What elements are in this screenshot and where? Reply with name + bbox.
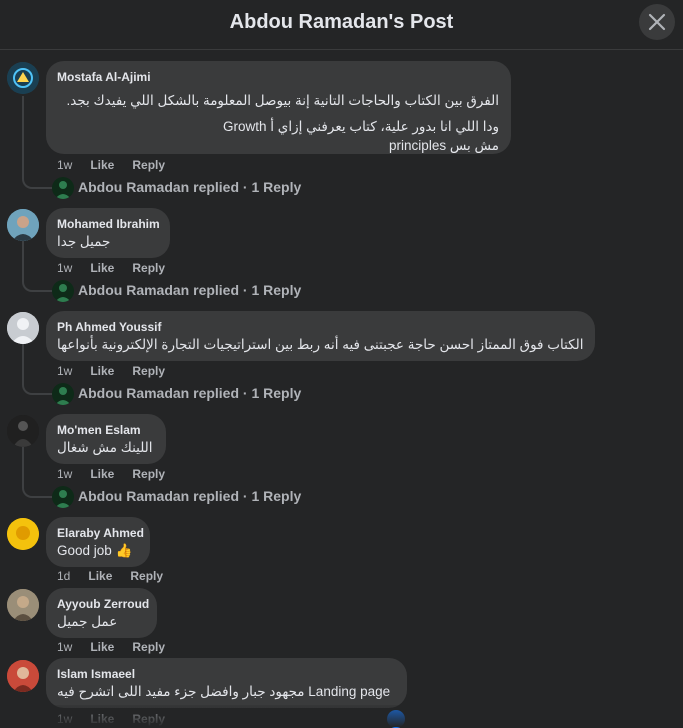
comment-text: Good job 👍 [57,543,133,558]
comment-author[interactable]: Mohamed Ibrahim [57,216,160,232]
replies-summary[interactable]: Abdou Ramadan replied · 1 Reply [78,385,301,401]
comment-time[interactable]: 1w [57,261,72,275]
comment-author[interactable]: Ayyoub Zerroud [57,596,149,612]
replies-summary[interactable]: Abdou Ramadan replied · 1 Reply [78,179,301,195]
comment-author[interactable]: Islam Ismaeel [57,666,395,682]
replies-summary[interactable]: Abdou Ramadan replied · 1 Reply [78,282,301,298]
comment-text: الكتاب فوق الممتاز احسن حاجة عجبتنى فيه … [57,337,584,352]
comment-actions: 1w Like Reply [57,364,165,378]
comment-text: جميل جدا [57,234,111,249]
comment-text: عمل جميل [57,614,118,629]
like-button[interactable]: Like [90,261,114,275]
comment-actions: 1d Like Reply [57,569,163,583]
comment-time[interactable]: 1w [57,640,72,654]
comment-actions: 1w Like Reply [57,467,165,481]
comment-bubble: Mostafa Al-Ajimi الفرق بين الكتاب والحاج… [46,61,511,154]
dialog-header: Abdou Ramadan's Post [0,0,683,50]
comment-time[interactable]: 1w [57,158,72,172]
scroll-fade [0,705,683,727]
comment-bubble: Mohamed Ibrahim جميل جدا [46,208,170,258]
comment-time[interactable]: 1w [57,364,72,378]
comment-author[interactable]: Mostafa Al-Ajimi [57,69,499,85]
comment-author[interactable]: Mo'men Eslam [57,422,154,438]
comment-time[interactable]: 1w [57,467,72,481]
avatar[interactable] [7,589,39,621]
reply-button[interactable]: Reply [132,467,165,481]
comment-actions: 1w Like Reply [57,158,165,172]
like-button[interactable]: Like [90,467,114,481]
comment-actions: 1w Like Reply [57,640,165,654]
reply-button[interactable]: Reply [130,569,163,583]
post-title: Abdou Ramadan's Post [229,11,454,33]
avatar [52,486,74,508]
avatar[interactable] [7,62,39,94]
comment-bubble: Ph Ahmed Youssif الكتاب فوق الممتاز احسن… [46,311,595,361]
avatar [52,280,74,302]
close-icon [648,13,666,31]
avatar[interactable] [7,660,39,692]
reply-button[interactable]: Reply [132,158,165,172]
avatar[interactable] [7,518,39,550]
avatar [52,383,74,405]
comment-author[interactable]: Ph Ahmed Youssif [57,319,583,335]
close-button[interactable] [639,4,675,40]
comment-text: مش بس principles [389,138,499,153]
comment-text: الفرق بين الكتاب والحاجات التانية إنة بي… [66,93,499,108]
like-button[interactable]: Like [90,364,114,378]
comment-bubble: Elaraby Ahmed Good job 👍 [46,517,150,567]
comment-text: ودا اللي انا بدور علية، كتاب يعرفني إزاي… [223,119,499,134]
comment-text: اللينك مش شغال [57,440,153,455]
like-button[interactable]: Like [88,569,112,583]
comment-bubble: Islam Ismaeel مجهود جبار وافضل جزء مفيد … [46,658,407,708]
like-button[interactable]: Like [90,640,114,654]
like-button[interactable]: Like [90,158,114,172]
avatar [52,177,74,199]
avatar[interactable] [7,415,39,447]
comment-bubble: Mo'men Eslam اللينك مش شغال [46,414,166,464]
comment-time[interactable]: 1d [57,569,70,583]
avatar[interactable] [7,312,39,344]
reply-button[interactable]: Reply [132,640,165,654]
comment-bubble: Ayyoub Zerroud عمل جميل [46,588,157,638]
reply-button[interactable]: Reply [132,364,165,378]
comment-text: مجهود جبار وافضل جزء مفيد اللى اتشرح فيه… [57,684,391,699]
comment-actions: 1w Like Reply [57,261,165,275]
avatar[interactable] [7,209,39,241]
comment-author[interactable]: Elaraby Ahmed [57,525,144,541]
replies-summary[interactable]: Abdou Ramadan replied · 1 Reply [78,488,301,504]
reply-button[interactable]: Reply [132,261,165,275]
